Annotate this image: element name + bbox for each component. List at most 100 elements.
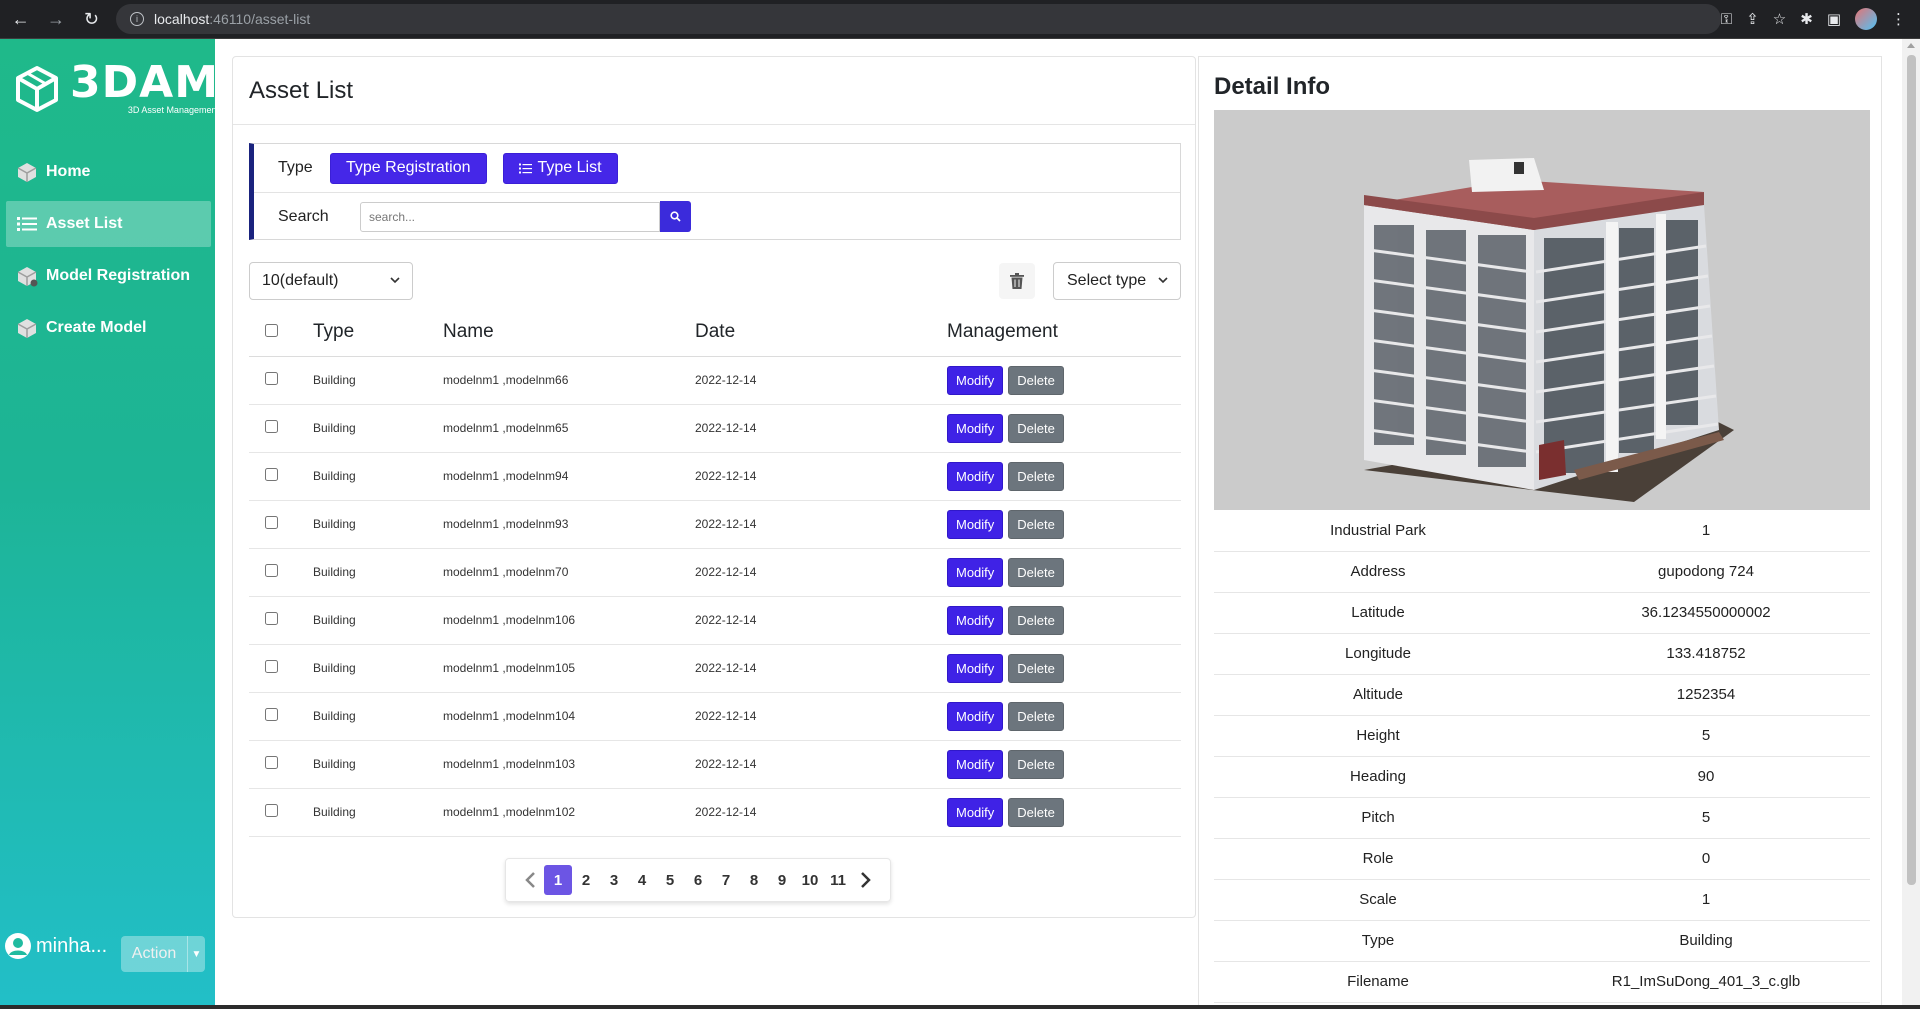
row-checkbox[interactable]: [265, 372, 278, 385]
scroll-up-arrow-icon[interactable]: [1907, 43, 1915, 48]
page-number-6[interactable]: 6: [684, 865, 712, 895]
cell-type: Building: [313, 692, 443, 741]
row-select-cell: [249, 740, 313, 789]
cell-management: Modify Delete: [947, 500, 1181, 549]
search-button[interactable]: [660, 201, 691, 232]
modify-button[interactable]: Modify: [947, 509, 1004, 539]
model-viewer[interactable]: [1214, 110, 1870, 510]
detail-value: Building: [1542, 920, 1870, 962]
back-arrow-icon[interactable]: ←: [6, 4, 35, 34]
table-row[interactable]: Building modelnm1 ,modelnm105 2022-12-14 Mo…: [249, 644, 1181, 693]
modify-button[interactable]: Modify: [947, 749, 1004, 779]
address-bar[interactable]: i localhost:46110/asset-list: [116, 4, 1721, 34]
page-number-1[interactable]: 1: [544, 865, 572, 895]
type-registration-button[interactable]: Type Registration: [330, 152, 487, 184]
type-list-button[interactable]: Type List: [502, 152, 618, 184]
page-size-select[interactable]: 10(default): [249, 262, 413, 300]
select-type-dropdown[interactable]: Select type: [1053, 262, 1181, 300]
table-row[interactable]: Building modelnm1 ,modelnm94 2022-12-14 Mod…: [249, 452, 1181, 501]
cube-logo-icon: [16, 66, 58, 112]
chevron-left-icon: [525, 872, 535, 888]
table-row[interactable]: Building modelnm1 ,modelnm93 2022-12-14 Mod…: [249, 500, 1181, 549]
action-button[interactable]: Action: [121, 936, 187, 972]
star-icon[interactable]: ☆: [1773, 10, 1786, 28]
site-info-icon[interactable]: i: [130, 12, 145, 26]
page-number-8[interactable]: 8: [740, 865, 768, 895]
row-select-cell: [249, 548, 313, 597]
column-header-name[interactable]: Name: [443, 308, 695, 357]
profile-avatar[interactable]: [1855, 8, 1877, 30]
table-row[interactable]: Building modelnm1 ,modelnm103 2022-12-14 Mo…: [249, 740, 1181, 789]
delete-button[interactable]: Delete: [1008, 653, 1064, 683]
kebab-menu-icon[interactable]: ⋮: [1891, 10, 1906, 28]
page-number-10[interactable]: 10: [796, 865, 824, 895]
reload-icon[interactable]: ↻: [77, 4, 106, 34]
column-header-date[interactable]: Date: [695, 308, 947, 357]
delete-button[interactable]: Delete: [1008, 605, 1064, 635]
page-number-5[interactable]: 5: [656, 865, 684, 895]
extensions-icon[interactable]: ✱: [1800, 10, 1813, 28]
page-number-3[interactable]: 3: [600, 865, 628, 895]
page-number-7[interactable]: 7: [712, 865, 740, 895]
modify-button[interactable]: Modify: [947, 461, 1004, 491]
forward-arrow-icon[interactable]: →: [41, 4, 70, 34]
delete-button[interactable]: Delete: [1008, 557, 1064, 587]
row-checkbox[interactable]: [265, 660, 278, 673]
side-panel-icon[interactable]: ▣: [1827, 10, 1841, 28]
modify-button[interactable]: Modify: [947, 653, 1004, 683]
next-page-button[interactable]: [852, 865, 880, 895]
detail-row: Altitude 1252354: [1214, 674, 1870, 716]
sidebar-item-model-registration[interactable]: Model Registration: [6, 253, 211, 299]
page-number-9[interactable]: 9: [768, 865, 796, 895]
table-row[interactable]: Building modelnm1 ,modelnm106 2022-12-14 Mo…: [249, 596, 1181, 645]
delete-button[interactable]: Delete: [1008, 461, 1064, 491]
modify-button[interactable]: Modify: [947, 365, 1004, 395]
prev-page-button[interactable]: [516, 865, 544, 895]
page-scrollbar[interactable]: [1902, 39, 1920, 1009]
row-checkbox[interactable]: [265, 516, 278, 529]
modify-button[interactable]: Modify: [947, 605, 1004, 635]
row-checkbox[interactable]: [265, 420, 278, 433]
delete-button[interactable]: Delete: [1008, 797, 1064, 827]
row-checkbox[interactable]: [265, 468, 278, 481]
table-row[interactable]: Building modelnm1 ,modelnm102 2022-12-14 Mo…: [249, 788, 1181, 837]
row-checkbox[interactable]: [265, 756, 278, 769]
detail-table: Industrial Park 1 Address gupodong 724 Latit…: [1214, 510, 1870, 1003]
cell-management: Modify Delete: [947, 404, 1181, 453]
modify-button[interactable]: Modify: [947, 557, 1004, 587]
row-checkbox[interactable]: [265, 612, 278, 625]
page-number-2[interactable]: 2: [572, 865, 600, 895]
row-checkbox[interactable]: [265, 564, 278, 577]
delete-button[interactable]: Delete: [1008, 749, 1064, 779]
sidebar-item-home[interactable]: Home: [6, 149, 211, 195]
search-input[interactable]: [360, 201, 660, 232]
sidebar-item-create-model[interactable]: Create Model: [6, 305, 211, 351]
app-logo[interactable]: 3DAM 3D Asset Management: [14, 61, 219, 115]
select-all-checkbox[interactable]: [265, 323, 278, 337]
sidebar-item-asset-list[interactable]: Asset List: [6, 201, 211, 247]
delete-button[interactable]: Delete: [1008, 413, 1064, 443]
delete-selected-button[interactable]: [999, 263, 1035, 299]
table-row[interactable]: Building modelnm1 ,modelnm65 2022-12-14 Mod…: [249, 404, 1181, 453]
row-checkbox[interactable]: [265, 804, 278, 817]
scroll-thumb[interactable]: [1907, 55, 1916, 885]
table-row[interactable]: Building modelnm1 ,modelnm66 2022-12-14 Mod…: [249, 356, 1181, 405]
row-checkbox[interactable]: [265, 708, 278, 721]
modify-button[interactable]: Modify: [947, 701, 1004, 731]
select-type-value: Select type: [1067, 272, 1147, 289]
delete-button[interactable]: Delete: [1008, 509, 1064, 539]
table-row[interactable]: Building modelnm1 ,modelnm104 2022-12-14 Mo…: [249, 692, 1181, 741]
modify-button[interactable]: Modify: [947, 413, 1004, 443]
delete-button[interactable]: Delete: [1008, 701, 1064, 731]
page-number-11[interactable]: 11: [824, 865, 852, 895]
key-icon[interactable]: ⚿: [1721, 11, 1732, 28]
page-number-4[interactable]: 4: [628, 865, 656, 895]
user-profile[interactable]: minha...: [4, 932, 107, 960]
modify-button[interactable]: Modify: [947, 797, 1004, 827]
caret-down-icon[interactable]: ▼: [187, 936, 205, 972]
column-header-type[interactable]: Type: [313, 308, 443, 357]
share-icon[interactable]: ⇪: [1746, 10, 1759, 28]
detail-label: Latitude: [1214, 592, 1542, 634]
table-row[interactable]: Building modelnm1 ,modelnm70 2022-12-14 Mod…: [249, 548, 1181, 597]
delete-button[interactable]: Delete: [1008, 365, 1064, 395]
